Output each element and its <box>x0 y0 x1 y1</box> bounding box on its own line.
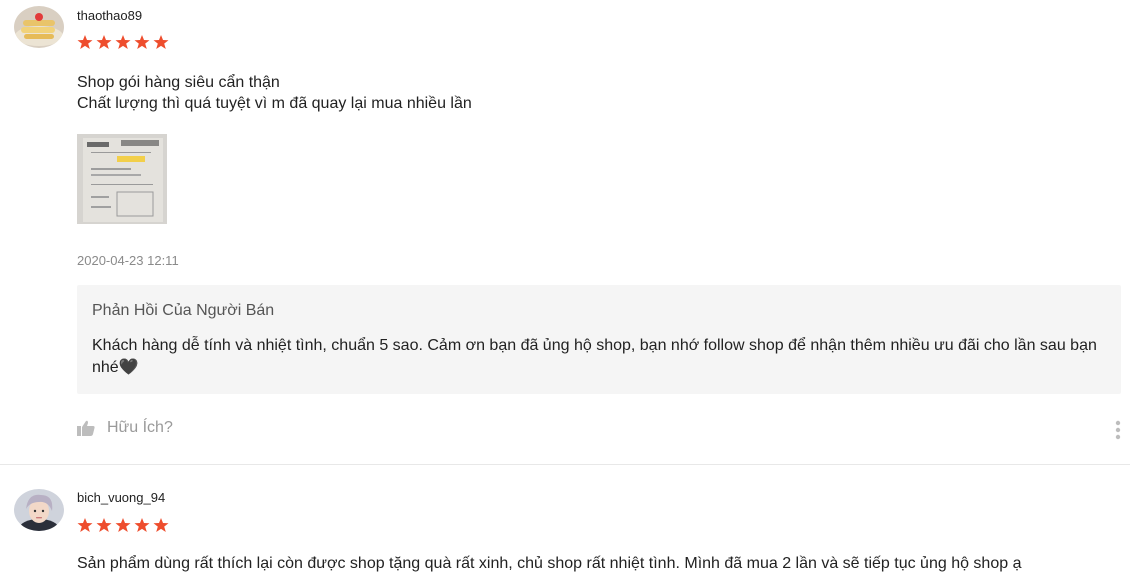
star-icon <box>134 518 150 532</box>
star-icon <box>96 35 112 49</box>
review-photo[interactable] <box>77 134 167 224</box>
comment-line: Shop gói hàng siêu cẩn thận <box>77 74 280 91</box>
review-comment: Sản phẩm dùng rất thích lại còn được sho… <box>77 555 1022 572</box>
star-icon <box>96 518 112 532</box>
more-vertical-icon <box>1115 420 1121 440</box>
star-icon <box>115 35 131 49</box>
seller-reply-text: Khách hàng dễ tính và nhiệt tình, chuẩn … <box>92 337 1097 376</box>
thumbs-up-icon <box>77 420 95 436</box>
review-item: bich_vuong_94 Sản phẩm dùng rất thích lạ… <box>0 465 1130 585</box>
star-icon <box>77 518 93 532</box>
helpful-button[interactable]: Hữu Ích? <box>77 419 173 437</box>
star-icon <box>153 35 169 49</box>
review-timestamp: 2020-04-23 12:11 <box>77 253 179 268</box>
avatar[interactable] <box>14 489 64 531</box>
rating-stars <box>77 517 169 533</box>
review-item: thaothao89 Shop gói hàng siêu cẩn thận C… <box>0 0 1130 465</box>
star-icon <box>134 35 150 49</box>
review-comment: Shop gói hàng siêu cẩn thận Chất lượng t… <box>77 72 472 114</box>
username: bich_vuong_94 <box>77 490 166 505</box>
seller-reply: Phản Hồi Của Người Bán Khách hàng dễ tín… <box>77 285 1121 394</box>
more-options-button[interactable] <box>1110 418 1126 442</box>
star-icon <box>77 35 93 49</box>
avatar[interactable] <box>14 6 64 48</box>
username: thaothao89 <box>77 8 143 23</box>
star-icon <box>115 518 131 532</box>
comment-line: Chất lượng thì quá tuyệt vì m đã quay lạ… <box>77 95 472 112</box>
rating-stars <box>77 34 169 50</box>
helpful-label: Hữu Ích? <box>107 419 173 436</box>
seller-reply-title: Phản Hồi Của Người Bán <box>92 302 275 319</box>
star-icon <box>153 518 169 532</box>
